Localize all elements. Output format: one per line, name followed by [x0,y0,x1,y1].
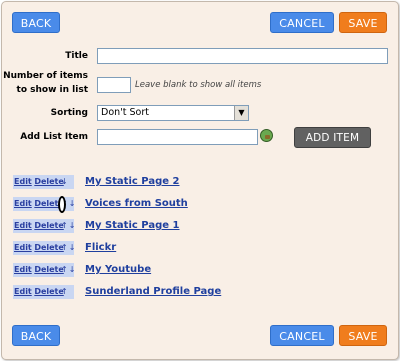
chevron-down-icon[interactable]: ▼ [234,106,248,120]
list-item-link[interactable]: Sunderland Profile Page [85,285,221,299]
delete-link[interactable]: Delete [34,177,63,186]
items-count-label-line2: to show in list [16,85,88,95]
save-button-top[interactable]: SAVE [339,12,387,33]
list-item-link[interactable]: My Youtube [85,263,151,277]
list-item-link[interactable]: Flickr [85,241,116,255]
edit-link[interactable]: Edit [14,177,32,186]
sorting-select-value: Don't Sort [101,107,149,118]
row-controls: Edit Delete ↑↓ [13,263,76,277]
delete-link[interactable]: Delete [34,265,63,274]
edit-link[interactable]: Edit [14,265,32,274]
items-count-hint: Leave blank to show all items [135,80,262,90]
delete-link[interactable]: Delete [34,287,63,296]
add-item-button[interactable]: ADD ITEM [294,127,371,148]
back-button-bottom[interactable]: BACK [12,325,60,346]
globe-link-icon[interactable] [260,129,273,142]
sorting-label: Sorting [50,108,88,118]
reorder-arrows-icon[interactable]: ↑↓ [61,241,76,255]
edit-link[interactable]: Edit [14,243,32,252]
cancel-button-top[interactable]: CANCEL [270,12,334,33]
edit-link[interactable]: Edit [14,287,32,296]
sorting-select[interactable]: Don't Sort ▼ [97,105,249,121]
edit-link[interactable]: Edit [14,221,32,230]
reorder-arrows-icon[interactable]: ↓ [61,175,69,189]
row-controls: Edit Delete ↑↓ [13,241,76,255]
save-button-bottom[interactable]: SAVE [339,325,387,346]
title-input[interactable] [97,48,388,64]
cancel-button-bottom[interactable]: CANCEL [270,325,334,346]
list-item-link[interactable]: Voices from South [85,197,188,211]
row-controls: Edit Delete ↑ [13,285,74,299]
delete-link[interactable]: Delete [34,243,63,252]
row-controls: Edit Delete ↑↓ [13,219,76,233]
reorder-arrows-icon[interactable]: ↑↓ [61,219,76,233]
items-count-input[interactable] [97,77,131,93]
row-controls: Edit Delete ↓ [13,175,74,189]
items-count-label-line1: Number of items [3,71,88,81]
mouse-cursor-icon [58,196,66,213]
title-label: Title [65,51,88,61]
add-item-label: Add List Item [20,132,88,142]
back-button-top[interactable]: BACK [12,12,60,33]
list-item-link[interactable]: My Static Page 1 [85,219,180,233]
reorder-arrows-icon[interactable]: ↑↓ [61,263,76,277]
edit-link[interactable]: Edit [14,199,32,208]
delete-link[interactable]: Delete [34,221,63,230]
list-item-link[interactable]: My Static Page 2 [85,175,180,189]
reorder-arrows-icon[interactable]: ↑ [61,285,69,299]
add-item-input[interactable] [97,129,258,145]
